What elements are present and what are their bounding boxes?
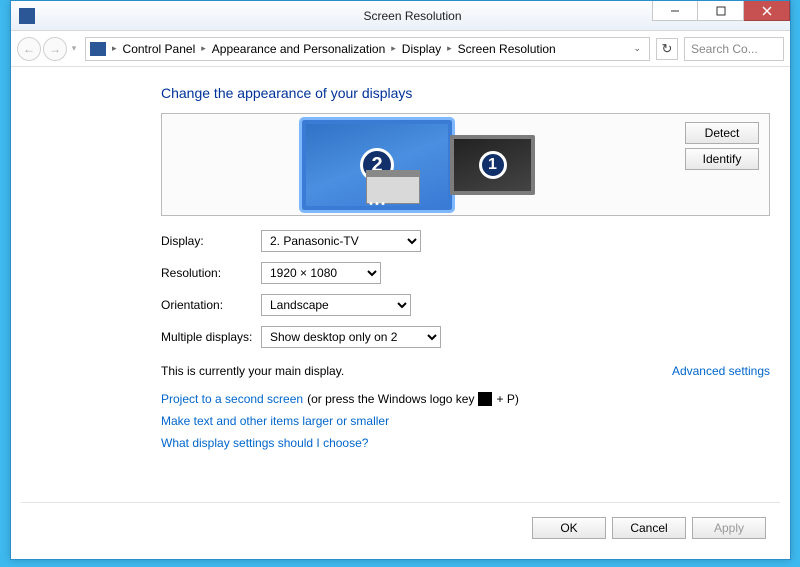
resolution-select[interactable]: 1920 × 1080 (261, 262, 381, 284)
display-side-buttons: Detect Identify (675, 114, 769, 178)
monitor-2[interactable]: 2 (302, 120, 452, 210)
chevron-right-icon: ▸ (199, 43, 208, 54)
breadcrumb-item[interactable]: Appearance and Personalization (212, 42, 385, 56)
project-hint-text-b: + P) (496, 392, 518, 406)
breadcrumb-item[interactable]: Display (402, 42, 441, 56)
main-display-text: This is currently your main display. (161, 364, 344, 378)
minimize-button[interactable] (652, 1, 698, 21)
hint-links: Project to a second screen (or press the… (161, 392, 770, 470)
app-icon (19, 8, 35, 24)
maximize-button[interactable] (698, 1, 744, 21)
back-button[interactable]: ← (17, 37, 41, 61)
multiple-displays-select[interactable]: Show desktop only on 2 (261, 326, 441, 348)
ok-button[interactable]: OK (532, 517, 606, 539)
page-heading: Change the appearance of your displays (161, 85, 770, 101)
apply-button[interactable]: Apply (692, 517, 766, 539)
control-panel-icon (90, 42, 106, 56)
resolution-label: Resolution: (161, 266, 261, 280)
close-button[interactable] (744, 1, 790, 21)
breadcrumb[interactable]: ▸ Control Panel ▸ Appearance and Persona… (85, 37, 650, 61)
navbar: ← → ▾ ▸ Control Panel ▸ Appearance and P… (11, 31, 790, 67)
make-text-larger-link[interactable]: Make text and other items larger or smal… (161, 414, 389, 428)
breadcrumb-item[interactable]: Control Panel (123, 42, 196, 56)
refresh-button[interactable]: ↻ (656, 38, 678, 60)
monitor-number-badge: 1 (479, 151, 507, 179)
chevron-right-icon: ▸ (445, 43, 454, 54)
nav-history-dropdown[interactable]: ▾ (69, 43, 79, 54)
resize-handle-icon (370, 202, 385, 205)
display-settings-form: Display: 2. Panasonic-TV Resolution: 192… (161, 230, 770, 348)
project-hint-text-a: (or press the Windows logo key (307, 392, 474, 406)
breadcrumb-item[interactable]: Screen Resolution (458, 42, 556, 56)
titlebar: Screen Resolution (11, 1, 790, 31)
what-settings-link[interactable]: What display settings should I choose? (161, 436, 368, 450)
display-label: Display: (161, 234, 261, 248)
multiple-displays-label: Multiple displays: (161, 330, 261, 344)
window-controls (652, 1, 790, 21)
display-arrangement-box: 2 1 Detect Identify (161, 113, 770, 216)
monitor-1[interactable]: 1 (450, 135, 535, 195)
identify-button[interactable]: Identify (685, 148, 759, 170)
cancel-button[interactable]: Cancel (612, 517, 686, 539)
orientation-select[interactable]: Landscape (261, 294, 411, 316)
chevron-right-icon: ▸ (110, 43, 119, 54)
project-second-screen-link[interactable]: Project to a second screen (161, 392, 303, 406)
orientation-label: Orientation: (161, 298, 261, 312)
footer-divider (21, 502, 780, 503)
search-input[interactable] (691, 42, 783, 56)
windows-key-icon (478, 392, 492, 406)
taskbar-thumbnail (366, 170, 420, 204)
footer-buttons: OK Cancel Apply (532, 517, 766, 539)
chevron-right-icon: ▸ (389, 43, 398, 54)
detect-button[interactable]: Detect (685, 122, 759, 144)
content-area: Change the appearance of your displays 2… (11, 67, 790, 470)
search-box[interactable] (684, 37, 784, 61)
advanced-settings-link[interactable]: Advanced settings (672, 364, 770, 378)
chevron-down-icon[interactable]: ⌄ (633, 43, 645, 54)
forward-button[interactable]: → (43, 37, 67, 61)
display-select[interactable]: 2. Panasonic-TV (261, 230, 421, 252)
window: Screen Resolution ← → ▾ ▸ Control Panel … (10, 0, 791, 560)
main-display-row: This is currently your main display. Adv… (161, 364, 770, 378)
monitor-preview-area[interactable]: 2 1 (162, 114, 675, 215)
